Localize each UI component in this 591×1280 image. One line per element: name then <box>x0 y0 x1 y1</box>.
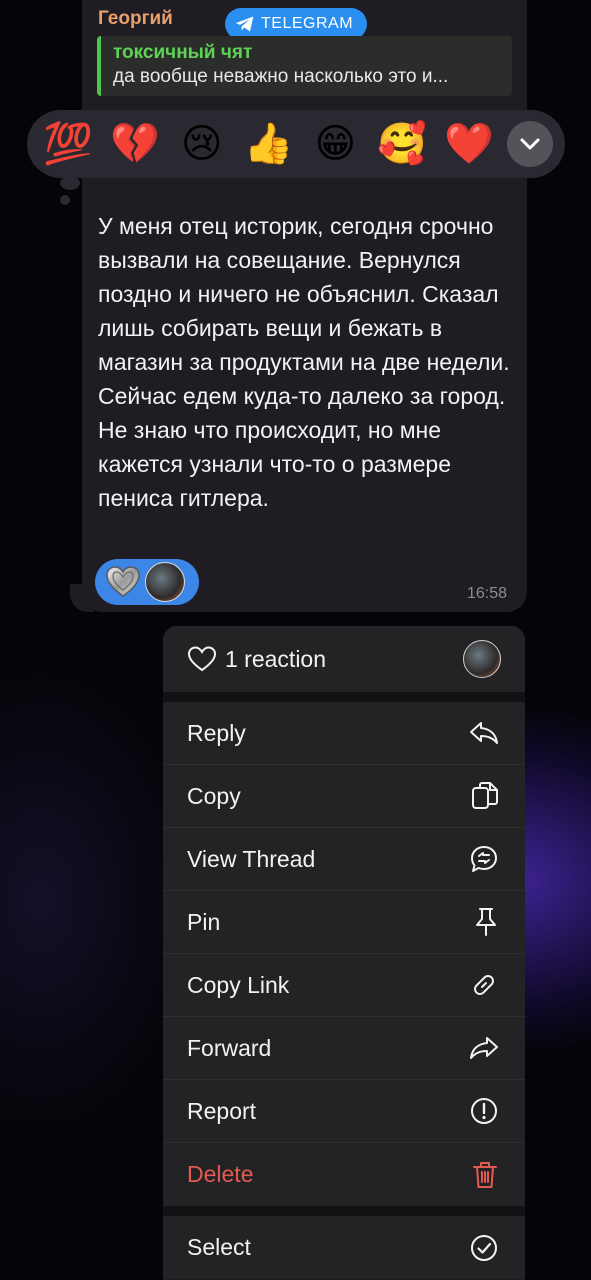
reaction-grinning-face-icon[interactable]: 😁 <box>306 120 364 168</box>
select-icon <box>471 1234 497 1261</box>
menu-item-copy[interactable]: Copy <box>163 765 525 828</box>
expand-reactions-button[interactable] <box>506 121 553 167</box>
thread-icon <box>471 846 497 872</box>
sender-name[interactable]: Георгий <box>98 8 173 30</box>
chevron-down-icon <box>520 138 540 150</box>
menu-actions: Reply Copy View Thread Pin Copy Link For… <box>163 702 525 1206</box>
heart-outline-icon <box>187 646 217 672</box>
menu-separator <box>163 1206 525 1216</box>
forward-icon <box>470 1037 498 1059</box>
menu-item-pin[interactable]: Pin <box>163 891 525 954</box>
message-text: У меня отец историк, сегодня срочно вызв… <box>98 213 510 511</box>
reactions-summary-row[interactable]: 1 reaction <box>163 626 525 692</box>
menu-item-delete[interactable]: Delete <box>163 1143 525 1206</box>
reaction-thumbs-up-icon[interactable]: 👍 <box>240 120 298 168</box>
message-time: 16:58 <box>467 585 508 602</box>
menu-item-label: Select <box>187 1234 251 1260</box>
reactor-avatar <box>463 640 501 678</box>
menu-separator <box>163 692 525 702</box>
reply-quote-text: да вообще неважно насколько это и... <box>113 66 449 87</box>
reactions-summary-label: 1 reaction <box>225 645 327 672</box>
menu-item-label: Copy <box>187 782 241 809</box>
reply-quote-title: токсичный чят <box>113 42 253 63</box>
reaction-picker: 💯 💔 😢 👍 😁 🥰 ❤️ <box>27 110 565 178</box>
reply-quote[interactable]: токсичный чят да вообще неважно наскольк… <box>97 36 512 96</box>
menu-item-label: Reply <box>187 719 246 746</box>
menu-item-label: Forward <box>187 1034 272 1061</box>
menu-item-label: Report <box>187 1097 257 1124</box>
silver-heart-icon <box>103 562 143 602</box>
menu-item-select[interactable]: Select <box>163 1216 525 1279</box>
reaction-broken-heart-icon[interactable]: 💔 <box>106 120 164 168</box>
menu-item-label: Copy Link <box>187 971 290 998</box>
reaction-red-heart-icon[interactable]: ❤️ <box>440 120 498 168</box>
menu-item-copy-link[interactable]: Copy Link <box>163 954 525 1017</box>
context-menu: 1 reaction Reply Copy View Thread Pin Co… <box>163 626 525 1280</box>
menu-item-label: View Thread <box>187 845 316 872</box>
menu-item-label: Pin <box>187 908 221 935</box>
menu-item-reply[interactable]: Reply <box>163 702 525 765</box>
menu-item-label: Delete <box>187 1161 254 1187</box>
reaction-user-avatar <box>145 562 185 602</box>
trash-icon <box>473 1161 497 1188</box>
copy-icon <box>472 782 498 809</box>
link-icon <box>474 975 494 995</box>
telegram-badge-label: TELEGRAM <box>261 15 354 32</box>
report-icon <box>471 1098 497 1124</box>
menu-item-view-thread[interactable]: View Thread <box>163 828 525 891</box>
reaction-bar-tail-dot <box>60 195 70 205</box>
reply-icon <box>470 722 498 744</box>
telegram-icon <box>235 16 254 32</box>
reaction-smiling-hearts-icon[interactable]: 🥰 <box>373 120 431 168</box>
reaction-bar-tail <box>60 176 80 190</box>
pin-icon <box>476 908 496 936</box>
reaction-hundred-icon[interactable]: 💯 <box>39 120 97 168</box>
message-reactions[interactable] <box>95 559 199 605</box>
menu-item-report[interactable]: Report <box>163 1080 525 1143</box>
menu-item-forward[interactable]: Forward <box>163 1017 525 1080</box>
reaction-crying-face-icon[interactable]: 😢 <box>173 120 231 168</box>
